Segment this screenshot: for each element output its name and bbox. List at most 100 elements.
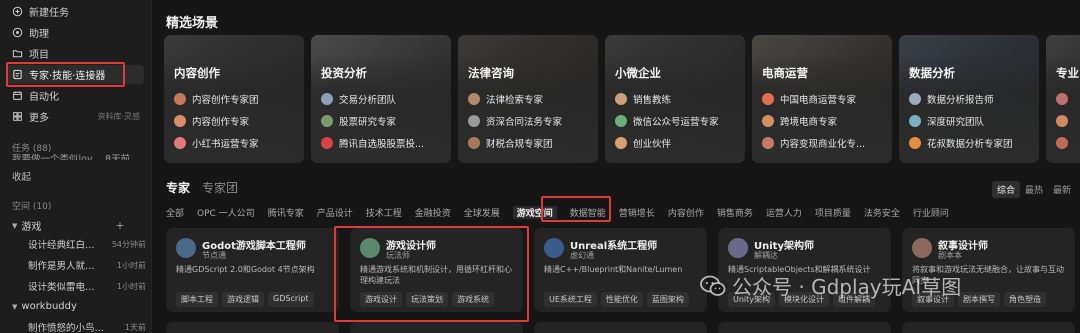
expert-card-partial[interactable] bbox=[350, 322, 523, 333]
avatar bbox=[174, 115, 186, 127]
category-chip[interactable]: 数据智能 bbox=[570, 206, 606, 219]
nav-more[interactable]: 更多 资料库·灵感 bbox=[6, 107, 144, 126]
nav-label: 助理 bbox=[29, 29, 49, 40]
scene-card[interactable]: 小微企业 销售教练 微信公众号运营专家 创业伙伴 bbox=[605, 35, 745, 163]
avatar bbox=[174, 93, 186, 105]
space-item-title: 制作是男人就… bbox=[28, 261, 95, 272]
assistant-icon bbox=[12, 27, 23, 38]
scene-name: 投资分析 bbox=[321, 66, 367, 80]
sort-newest[interactable]: 最新 bbox=[1048, 181, 1076, 198]
scene-card[interactable]: 法律咨询 法律检索专家 资深合同法务专家 财税合规专家团 bbox=[458, 35, 598, 163]
category-chip[interactable]: 产品设计 bbox=[317, 206, 353, 219]
category-chip-selected[interactable]: 游戏空间 bbox=[512, 206, 557, 219]
watermark-text: 公众号 · Gdplay玩AI草图 bbox=[732, 275, 962, 299]
avatar bbox=[909, 137, 921, 149]
scene-row[interactable]: 花叔数据分析专家团 bbox=[909, 132, 1013, 154]
nav-project[interactable]: 项目 bbox=[6, 44, 144, 63]
space-item[interactable]: 设计经典红白… 54分钟前 bbox=[28, 236, 146, 252]
scene-row[interactable]: 中国电商运营专家 bbox=[762, 88, 865, 110]
scene-row[interactable]: 微信公众号运营专家 bbox=[615, 110, 719, 132]
scene-row[interactable]: 数据分析报告师 bbox=[909, 88, 1013, 110]
avatar bbox=[909, 115, 921, 127]
expert-card-partial[interactable] bbox=[718, 322, 891, 333]
avatar bbox=[544, 238, 564, 258]
category-chip[interactable]: OPC 一人公司 bbox=[197, 206, 255, 219]
task-item[interactable]: 我要做一个类似lov… 8天前 bbox=[12, 151, 130, 160]
space-item[interactable]: 制作是男人就… 1小时前 bbox=[28, 257, 146, 273]
avatar bbox=[1056, 137, 1068, 149]
nav-automation[interactable]: 自动化 bbox=[6, 86, 144, 105]
category-chip[interactable]: 项目质量 bbox=[815, 206, 851, 219]
tag: 游戏逻辑 bbox=[222, 292, 264, 307]
avatar bbox=[762, 137, 774, 149]
expert-card-partial[interactable] bbox=[166, 322, 339, 333]
category-chip[interactable]: 金融投资 bbox=[415, 206, 451, 219]
scene-card-partial[interactable]: 专业 bbox=[1046, 35, 1080, 163]
space-item[interactable]: 制作愤怒的小鸟… 1天前 bbox=[28, 319, 146, 333]
space-item[interactable]: 设计类似雷电… 1小时前 bbox=[28, 278, 146, 294]
expert-card[interactable]: Unreal系统工程师 虚幻通 精通C++/Blueprint和Nanite/L… bbox=[534, 228, 707, 312]
scene-row[interactable]: 财税合规专家团 bbox=[468, 132, 562, 154]
nav-new-task[interactable]: 新建任务 bbox=[6, 2, 144, 21]
expert-card-partial[interactable] bbox=[902, 322, 1075, 333]
more-icon bbox=[12, 111, 23, 122]
category-chip[interactable]: 腾讯专家 bbox=[268, 206, 304, 219]
scene-name: 电商运营 bbox=[762, 66, 808, 80]
collapse-button[interactable]: 收起 bbox=[12, 169, 31, 183]
scene-row[interactable]: 内容创作专家团 bbox=[174, 88, 259, 110]
expert-desc: 精通C++/Blueprint和Nanite/Lumen bbox=[544, 265, 683, 274]
category-chip[interactable]: 内容创作 bbox=[668, 206, 704, 219]
category-chip[interactable]: 法务安全 bbox=[864, 206, 900, 219]
scene-row[interactable]: 资深合同法务专家 bbox=[468, 110, 562, 132]
scene-name: 专业 bbox=[1056, 66, 1079, 80]
category-chip[interactable]: 运营人力 bbox=[766, 206, 802, 219]
add-icon[interactable]: + bbox=[115, 219, 124, 232]
expert-icon bbox=[12, 69, 23, 80]
scene-row[interactable]: 创业伙伴 bbox=[615, 132, 719, 154]
scene-row[interactable]: 小红书运营专家 bbox=[174, 132, 259, 154]
sort-hottest[interactable]: 最热 bbox=[1020, 181, 1048, 198]
category-chip[interactable]: 全球发展 bbox=[464, 206, 500, 219]
avatar bbox=[468, 93, 480, 105]
space-label[interactable]: 空间 (10) bbox=[12, 199, 51, 212]
category-chip[interactable]: 销售商务 bbox=[717, 206, 753, 219]
nav-label: 项目 bbox=[29, 50, 49, 61]
chevron-down-icon: ▼ bbox=[12, 302, 18, 311]
scene-row[interactable]: 内容创作专家 bbox=[174, 110, 259, 132]
scene-card[interactable]: 投资分析 交易分析团队 股票研究专家 腾讯自选股股票投... bbox=[311, 35, 451, 163]
avatar bbox=[321, 115, 333, 127]
tag: 游戏系统 bbox=[452, 292, 494, 307]
scene-card[interactable]: 数据分析 数据分析报告师 深度研究团队 花叔数据分析专家团 bbox=[899, 35, 1039, 163]
nav-label: 自动化 bbox=[29, 92, 59, 103]
scene-row[interactable]: 深度研究团队 bbox=[909, 110, 1013, 132]
scene-row[interactable]: 内容变现商业化专... bbox=[762, 132, 865, 154]
folder-game[interactable]: ▼ 游戏 + bbox=[12, 218, 125, 233]
scene-card[interactable]: 内容创作 内容创作专家团 内容创作专家 小红书运营专家 bbox=[164, 35, 304, 163]
expert-card[interactable]: 游戏设计师 玩法师 精通游戏系统和机制设计，用循环杠杆和心理构建玩法 游戏设计 … bbox=[350, 228, 523, 312]
scene-card[interactable]: 电商运营 中国电商运营专家 跨境电商专家 内容变现商业化专... bbox=[752, 35, 892, 163]
scene-row[interactable]: 股票研究专家 bbox=[321, 110, 424, 132]
category-chip[interactable]: 营销增长 bbox=[619, 206, 655, 219]
tag: 蓝图架构 bbox=[646, 292, 689, 307]
expert-desc: 精通GDScript 2.0和Godot 4节点架构 bbox=[176, 265, 315, 274]
scene-row[interactable]: 跨境电商专家 bbox=[762, 110, 865, 132]
folder-workbuddy[interactable]: ▼ workbuddy bbox=[12, 301, 77, 312]
category-chip[interactable]: 行业顾问 bbox=[913, 206, 949, 219]
avatar bbox=[762, 93, 774, 105]
category-chip[interactable]: 全部 bbox=[166, 206, 184, 219]
expert-card-partial[interactable] bbox=[534, 322, 707, 333]
scene-name: 数据分析 bbox=[909, 66, 955, 80]
scene-row[interactable]: 腾讯自选股股票投... bbox=[321, 132, 424, 154]
scene-row[interactable]: 法律检索专家 bbox=[468, 88, 562, 110]
tag: 角色塑造 bbox=[1004, 292, 1046, 307]
avatar bbox=[615, 137, 627, 149]
expert-card[interactable]: Godot游戏脚本工程师 节点通 精通GDScript 2.0和Godot 4节… bbox=[166, 228, 339, 312]
scene-row[interactable]: 销售教练 bbox=[615, 88, 719, 110]
nav-assistant[interactable]: 助理 bbox=[6, 23, 144, 42]
category-chip[interactable]: 技术工程 bbox=[366, 206, 402, 219]
tab-expert-teams[interactable]: 专家团 bbox=[202, 179, 238, 196]
nav-experts[interactable]: 专家·技能·连接器 bbox=[6, 65, 144, 84]
sort-comprehensive[interactable]: 综合 bbox=[991, 181, 1020, 198]
scene-row[interactable]: 交易分析团队 bbox=[321, 88, 424, 110]
tab-experts[interactable]: 专家 bbox=[166, 179, 190, 196]
